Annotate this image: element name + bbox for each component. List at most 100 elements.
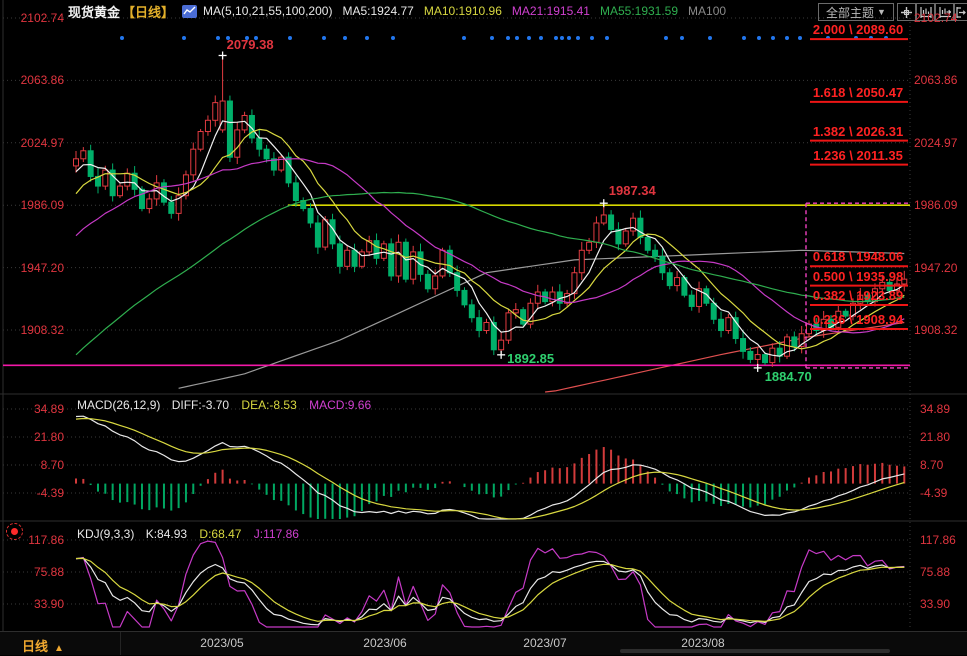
event-dot bbox=[567, 36, 571, 40]
price-annotation: 1884.70 bbox=[765, 369, 812, 384]
bottom-bar: 日线 ▲ 2023/05 2023/06 2023/07 2023/08 bbox=[0, 631, 967, 655]
macd-axis-label-right: -4.39 bbox=[920, 486, 947, 500]
horizontal-scrollbar[interactable] bbox=[620, 649, 890, 653]
moving-averages-layer bbox=[76, 121, 904, 356]
macd-diff-line bbox=[76, 416, 904, 519]
ma-value: MA21:1915.41 bbox=[512, 4, 590, 18]
macd-layer bbox=[76, 416, 904, 519]
ma-settings-label: MA(5,10,21,55,100,200) bbox=[203, 4, 332, 18]
macd-axis-label-left: 21.80 bbox=[2, 430, 64, 444]
event-dot bbox=[680, 36, 684, 40]
kdj-axis-label-left: 33.90 bbox=[2, 597, 64, 611]
fib-level-label: 0.618 \ 1948.06 bbox=[788, 249, 928, 264]
divider bbox=[120, 632, 121, 655]
price-axis-label-left: 1908.32 bbox=[2, 323, 64, 337]
event-dot bbox=[664, 36, 668, 40]
kdj-k-line bbox=[76, 558, 904, 625]
candlesticks-layer bbox=[74, 55, 907, 367]
date-axis-label: 2023/08 bbox=[681, 636, 724, 650]
event-dot bbox=[506, 36, 510, 40]
kdj-d-value: D:68.47 bbox=[199, 527, 241, 541]
macd-axis-label-left: 8.70 bbox=[2, 458, 64, 472]
macd-diff-value: DIFF:-3.70 bbox=[172, 398, 229, 412]
fib-level-label: 1.236 \ 2011.35 bbox=[788, 148, 928, 163]
macd-axis-label-left: 34.89 bbox=[2, 402, 64, 416]
ma-value: MA10:1910.96 bbox=[424, 4, 502, 18]
symbol-title: 现货黄金 bbox=[68, 2, 120, 21]
kdj-axis-label-right: 75.88 bbox=[920, 565, 950, 579]
chart-header-bar: 现货黄金 【日线】 MA(5,10,21,55,100,200) MA5:192… bbox=[0, 0, 967, 22]
kdj-k-value: K:84.93 bbox=[146, 527, 187, 541]
kdj-j-line bbox=[76, 541, 904, 627]
price-annotation: 1987.34 bbox=[609, 183, 656, 198]
macd-axis-label-right: 34.89 bbox=[920, 402, 950, 416]
price-axis-label-left: 2063.86 bbox=[2, 73, 64, 87]
event-dot bbox=[539, 36, 543, 40]
fib-level-label: 0.500 \ 1935.98 bbox=[788, 269, 928, 284]
price-annotation: 1892.85 bbox=[507, 351, 554, 366]
fib-level-label: 0.382 \ 1923.89 bbox=[788, 288, 928, 303]
event-dot bbox=[590, 36, 594, 40]
macd-axis-label-right: 21.80 bbox=[920, 430, 950, 444]
ma10-line bbox=[76, 129, 904, 348]
event-dot bbox=[605, 36, 609, 40]
kdj-layer bbox=[76, 541, 904, 627]
event-dot bbox=[490, 36, 494, 40]
event-dot bbox=[771, 36, 775, 40]
trading-app-window: 现货黄金 【日线】 MA(5,10,21,55,100,200) MA5:192… bbox=[0, 0, 967, 654]
event-dot bbox=[515, 36, 519, 40]
kdj-j-value: J:117.86 bbox=[254, 527, 299, 541]
price-axis-label-right: 1986.09 bbox=[914, 198, 957, 212]
price-annotation: 2079.38 bbox=[227, 37, 274, 52]
event-dot bbox=[708, 36, 712, 40]
event-dot bbox=[365, 36, 369, 40]
kdj-axis-label-right: 33.90 bbox=[920, 597, 950, 611]
fib-level-label: 2.000 \ 2089.60 bbox=[788, 22, 928, 37]
ma-value: MA5:1924.77 bbox=[342, 4, 413, 18]
event-dot bbox=[182, 36, 186, 40]
price-marker-crosses bbox=[219, 51, 762, 371]
event-dot bbox=[322, 36, 326, 40]
event-dot bbox=[216, 36, 220, 40]
event-dot bbox=[120, 36, 124, 40]
period-tab-daily[interactable]: 日线 ▲ bbox=[16, 635, 70, 656]
macd-panel-header: MACD(26,12,9) DIFF:-3.70 DEA:-8.53 MACD:… bbox=[77, 398, 371, 412]
fib-level-label: 1.382 \ 2026.31 bbox=[788, 124, 928, 139]
macd-axis-label-left: -4.39 bbox=[2, 486, 64, 500]
macd-axis-label-right: 8.70 bbox=[920, 458, 943, 472]
macd-macd-value: MACD:9.66 bbox=[309, 398, 371, 412]
kdj-axis-label-left: 75.88 bbox=[2, 565, 64, 579]
price-axis-label-left: 1986.09 bbox=[2, 198, 64, 212]
event-dot bbox=[527, 36, 531, 40]
date-axis-label: 2023/07 bbox=[523, 636, 566, 650]
ma-value: MA100 bbox=[688, 4, 726, 18]
kdj-axis-label-right: 117.86 bbox=[920, 533, 956, 547]
macd-dea-line bbox=[76, 419, 904, 519]
ma-values-group: MA5:1924.77 MA10:1910.96 MA21:1915.41 MA55:… bbox=[332, 4, 726, 18]
event-dot bbox=[757, 36, 761, 40]
triangle-up-icon: ▲ bbox=[54, 643, 64, 654]
macd-title: MACD(26,12,9) bbox=[77, 398, 160, 412]
price-axis-label-left: 1947.20 bbox=[2, 261, 64, 275]
candlestick-chart-icon[interactable] bbox=[182, 5, 197, 18]
fib-level-label: 1.618 \ 2050.47 bbox=[788, 85, 928, 100]
event-dot bbox=[462, 36, 466, 40]
event-dot bbox=[391, 36, 395, 40]
event-dot bbox=[742, 36, 746, 40]
date-axis-label: 2023/06 bbox=[363, 636, 406, 650]
kdj-axis-label-left: 117.86 bbox=[2, 533, 64, 547]
macd-dea-value: DEA:-8.53 bbox=[241, 398, 296, 412]
event-dot bbox=[343, 36, 347, 40]
fib-level-label: 0.236 \ 1908.94 bbox=[788, 312, 928, 327]
date-axis-label: 2023/05 bbox=[200, 636, 243, 650]
kdj-title: KDJ(9,3,3) bbox=[77, 527, 134, 541]
period-tag: 【日线】 bbox=[122, 2, 174, 21]
event-dot bbox=[554, 36, 558, 40]
ma5-line bbox=[76, 121, 904, 356]
event-dot bbox=[576, 36, 580, 40]
period-tab-label: 日线 bbox=[22, 639, 48, 654]
price-axis-label-left: 2024.97 bbox=[2, 136, 64, 150]
ma55-line bbox=[76, 193, 904, 355]
event-dot bbox=[288, 36, 292, 40]
ma-value: MA55:1931.59 bbox=[600, 4, 678, 18]
